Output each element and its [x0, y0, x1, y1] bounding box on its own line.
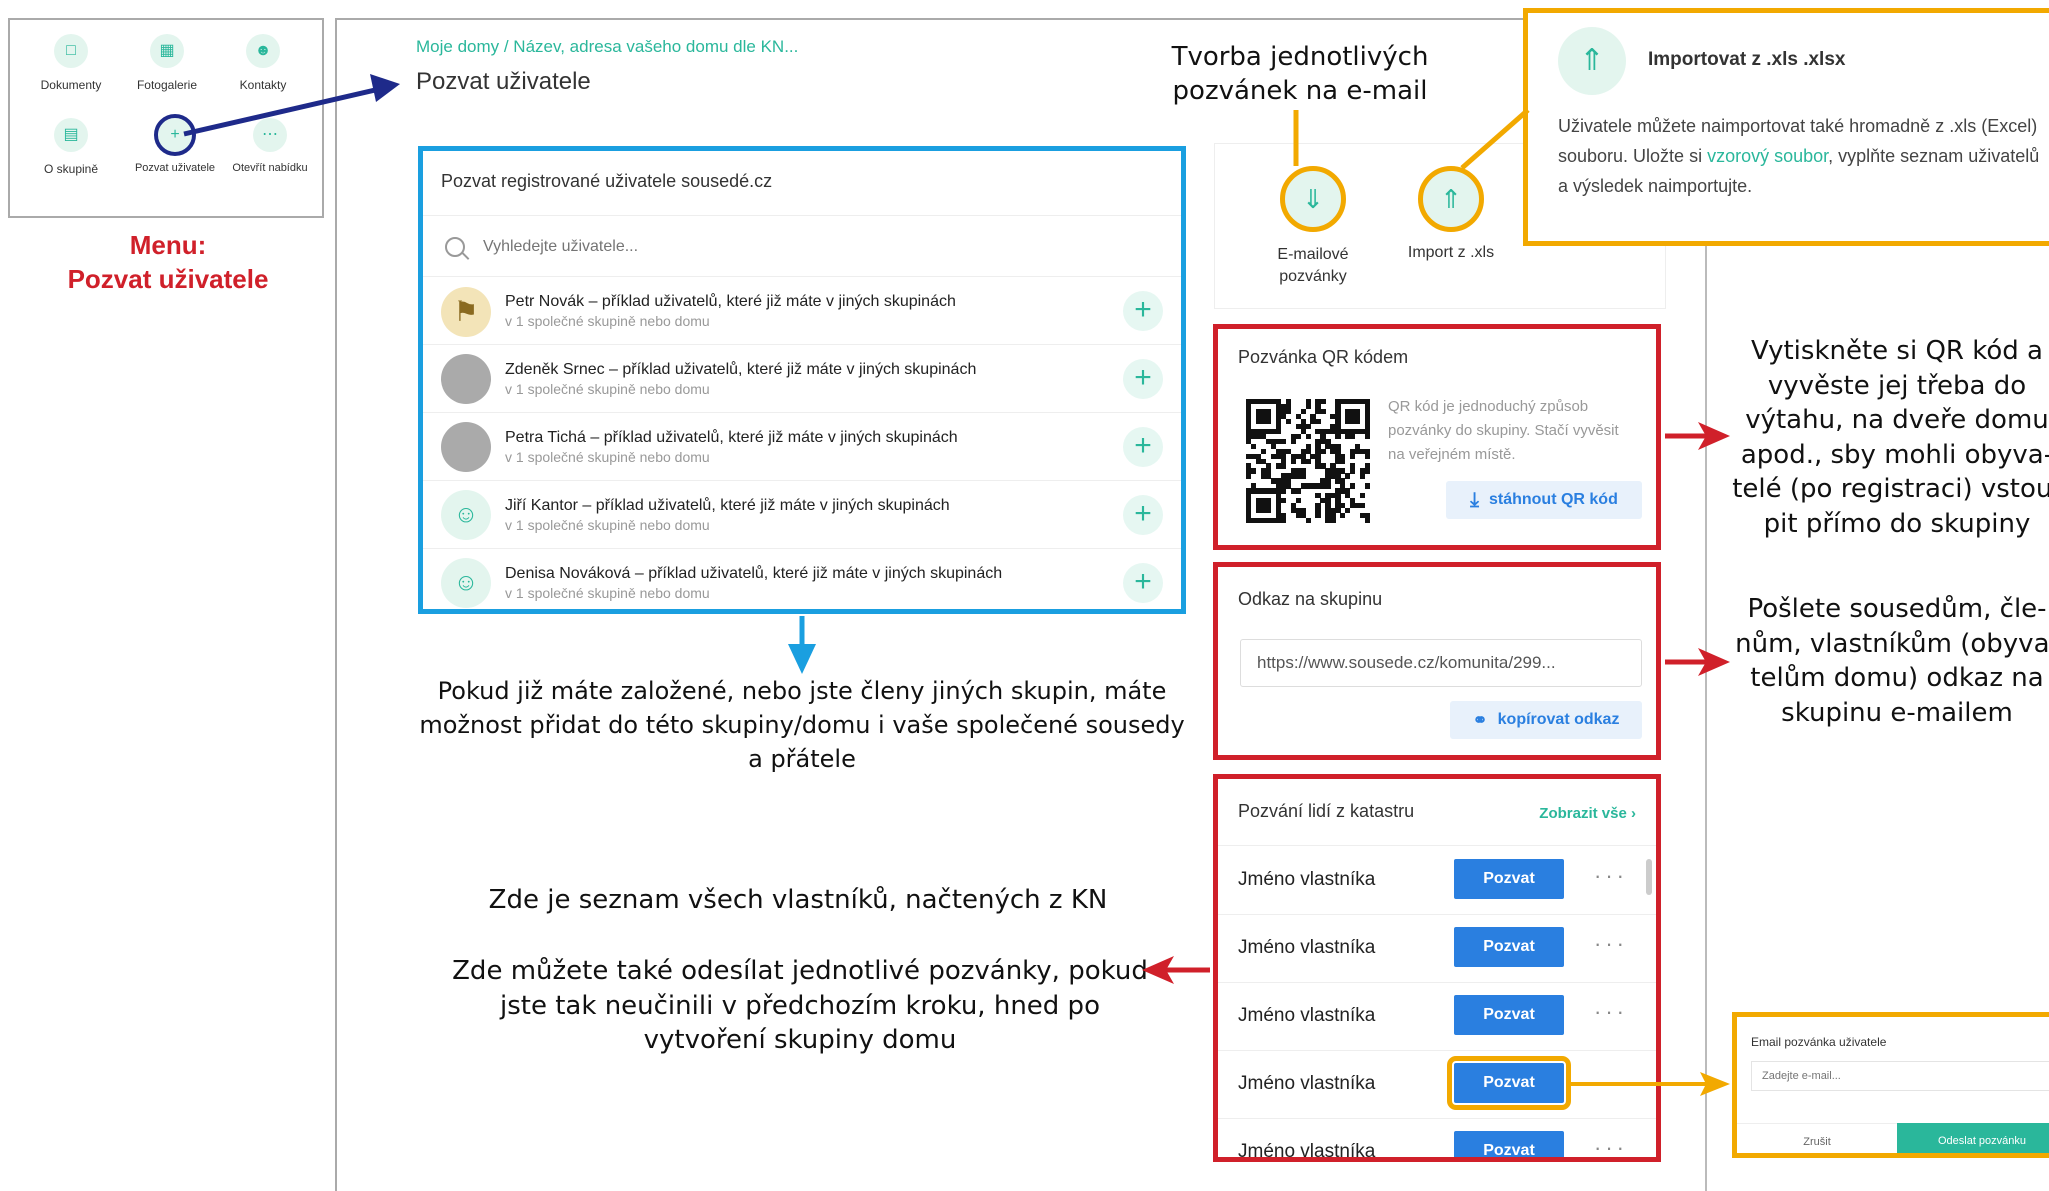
annotation-arrows [183, 74, 1730, 1096]
arrow-import-line [1460, 108, 1530, 170]
arrowhead-menu [370, 74, 400, 102]
arrow-menu [183, 85, 385, 137]
arrowhead-blue [788, 644, 816, 674]
